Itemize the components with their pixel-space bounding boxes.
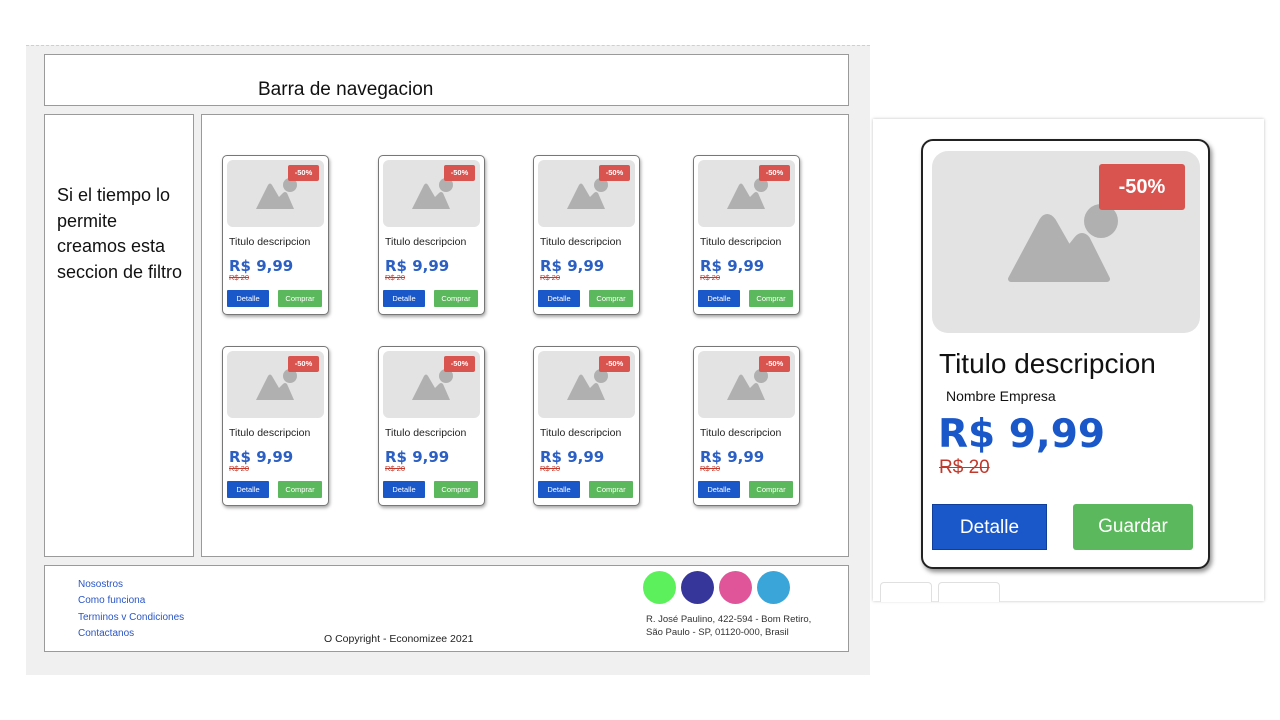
buy-button[interactable]: Comprar: [278, 481, 322, 498]
detail-button[interactable]: Detalle: [383, 481, 425, 498]
footer-link-terminos[interactable]: Terminos v Condiciones: [78, 610, 184, 626]
image-placeholder-icon: [1008, 204, 1118, 282]
product-card[interactable]: -50% Titulo descripcion R$ 9,99 R$ 20 Detall…: [222, 346, 329, 506]
original-price: R$ 20: [700, 273, 721, 282]
footer: Nosostros Como funciona Terminos v Condi…: [44, 565, 849, 652]
color-palette: [643, 571, 795, 609]
product-title: Titulo descripcion: [540, 427, 622, 439]
product-card[interactable]: -50% Titulo descripcion R$ 9,99 R$ 20 Detall…: [533, 155, 640, 315]
navbar-title: Barra de navegacion: [258, 79, 434, 100]
original-price: R$ 20: [385, 273, 406, 282]
footer-link-contactanos[interactable]: Contactanos: [78, 626, 184, 642]
buy-button[interactable]: Comprar: [434, 481, 478, 498]
buy-button[interactable]: Comprar: [589, 481, 633, 498]
discount-badge: -50%: [444, 165, 475, 181]
discount-badge: -50%: [599, 356, 630, 372]
detail-button[interactable]: Detalle: [538, 481, 580, 498]
discount-badge: -50%: [288, 356, 319, 372]
tab-stub: [880, 582, 932, 602]
discount-badge: -50%: [759, 356, 790, 372]
color-swatch: [681, 571, 714, 604]
company-name: Nombre Empresa: [946, 388, 1056, 404]
detail-button[interactable]: Detalle: [227, 481, 269, 498]
address-line-1: R. José Paulino, 422-594 - Bom Retiro,: [646, 614, 812, 625]
buy-button[interactable]: Comprar: [749, 481, 793, 498]
wireframe-page: Barra de navegacion Si el tiempo lo perm…: [26, 45, 870, 675]
tab-stub: [938, 582, 1000, 602]
original-price: R$ 20: [700, 464, 721, 473]
product-title: Titulo descripcion: [385, 236, 467, 248]
product-card[interactable]: -50% Titulo descripcion R$ 9,99 R$ 20 Detall…: [693, 346, 800, 506]
product-card[interactable]: -50% Titulo descripcion R$ 9,99 R$ 20 Detall…: [378, 155, 485, 315]
filter-sidebar: Si el tiempo lo permite creamos esta sec…: [44, 114, 194, 557]
footer-link-como-funciona[interactable]: Como funciona: [78, 593, 184, 609]
detail-button[interactable]: Detalle: [383, 290, 425, 307]
buy-button[interactable]: Comprar: [749, 290, 793, 307]
product-title: Titulo descripcion: [540, 236, 622, 248]
original-price: R$ 20: [939, 457, 990, 478]
original-price: R$ 20: [540, 464, 561, 473]
product-title: Titulo descripcion: [939, 348, 1156, 379]
buy-button[interactable]: Comprar: [589, 290, 633, 307]
color-swatch: [757, 571, 790, 604]
buy-button[interactable]: Comprar: [278, 290, 322, 307]
product-title: Titulo descripcion: [385, 427, 467, 439]
footer-link-nosostros[interactable]: Nosostros: [78, 577, 184, 593]
discount-badge: -50%: [1099, 164, 1185, 210]
address: R. José Paulino, 422-594 - Bom Retiro, S…: [646, 614, 811, 639]
detail-button[interactable]: Detalle: [227, 290, 269, 307]
address-line-2: São Paulo - SP, 01120-000, Brasil: [646, 626, 789, 638]
footer-links: Nosostros Como funciona Terminos v Condi…: [78, 577, 184, 642]
original-price: R$ 20: [540, 273, 561, 282]
filter-placeholder-text: Si el tiempo lo permite creamos esta sec…: [57, 185, 183, 282]
color-swatch: [719, 571, 752, 604]
original-price: R$ 20: [229, 464, 250, 473]
copyright-text: O Copyright - Economizee 2021: [324, 633, 474, 645]
buy-button[interactable]: Comprar: [434, 290, 478, 307]
product-card-detail-panel: -50% Titulo descripcion Nombre Empresa R…: [873, 119, 1264, 602]
product-card[interactable]: -50% Titulo descripcion R$ 9,99 R$ 20 Detall…: [378, 346, 485, 506]
discount-badge: -50%: [759, 165, 790, 181]
color-swatch: [643, 571, 676, 604]
product-title: Titulo descripcion: [700, 427, 782, 439]
save-button[interactable]: Guardar: [1073, 504, 1193, 550]
discount-badge: -50%: [599, 165, 630, 181]
product-card[interactable]: -50% Titulo descripcion R$ 9,99 R$ 20 Detall…: [533, 346, 640, 506]
product-price: R$ 9,99: [938, 412, 1105, 457]
product-title: Titulo descripcion: [700, 236, 782, 248]
product-grid: -50% Titulo descripcion R$ 9,99 R$ 20 Detall…: [201, 114, 849, 557]
product-card-large[interactable]: -50% Titulo descripcion Nombre Empresa R…: [921, 139, 1210, 569]
original-price: R$ 20: [229, 273, 250, 282]
detail-button[interactable]: Detalle: [932, 504, 1047, 550]
discount-badge: -50%: [288, 165, 319, 181]
product-card[interactable]: -50% Titulo descripcion R$ 9,99 R$ 20 Detall…: [222, 155, 329, 315]
detail-button[interactable]: Detalle: [538, 290, 580, 307]
original-price: R$ 20: [385, 464, 406, 473]
detail-button[interactable]: Detalle: [698, 290, 740, 307]
navigation-bar: Barra de navegacion: [44, 54, 849, 106]
product-title: Titulo descripcion: [229, 236, 311, 248]
product-card[interactable]: -50% Titulo descripcion R$ 9,99 R$ 20 Detall…: [693, 155, 800, 315]
discount-badge: -50%: [444, 356, 475, 372]
product-title: Titulo descripcion: [229, 427, 311, 439]
detail-button[interactable]: Detalle: [698, 481, 740, 498]
